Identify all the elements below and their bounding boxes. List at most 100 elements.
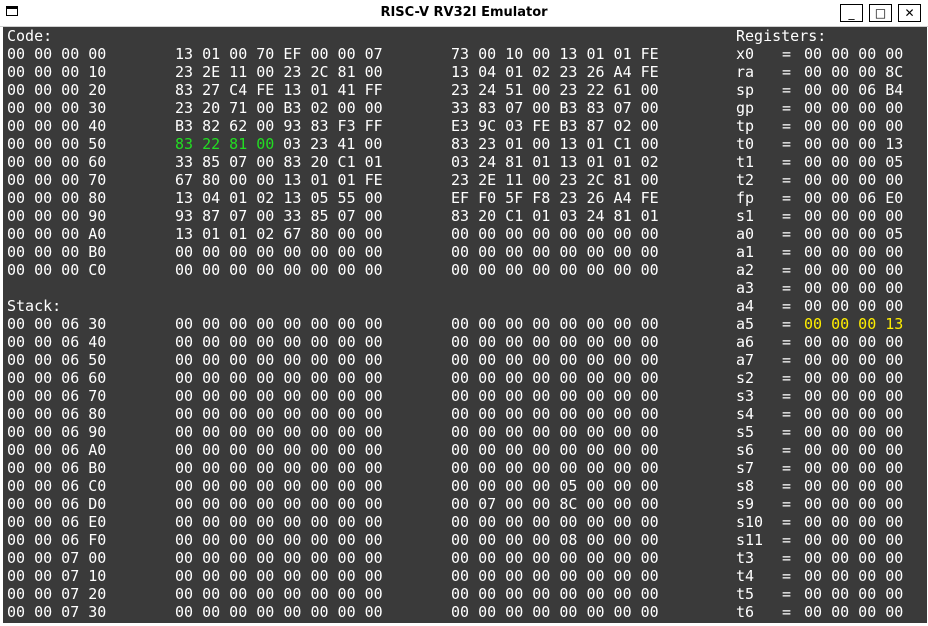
register-name: x0 bbox=[736, 45, 755, 63]
register-name: tp bbox=[736, 117, 755, 135]
stack-bytes: 00 00 00 00 00 00 00 00 bbox=[175, 513, 383, 531]
code-bytes: 67 80 00 00 13 01 01 FE bbox=[175, 171, 383, 189]
stack-bytes: 00 00 00 00 00 00 00 00 bbox=[175, 333, 383, 351]
register-value: 00 00 00 13 bbox=[804, 135, 904, 153]
register-name: a2 bbox=[736, 261, 755, 279]
code-address: 00 00 00 C0 bbox=[7, 261, 107, 279]
register-equals: = bbox=[782, 153, 792, 171]
register-value: 00 00 00 00 bbox=[804, 477, 904, 495]
register-value: 00 00 06 E0 bbox=[804, 189, 904, 207]
stack-address: 00 00 06 70 bbox=[7, 387, 107, 405]
register-equals: = bbox=[782, 387, 792, 405]
register-name: s7 bbox=[736, 459, 755, 477]
register-name: s6 bbox=[736, 441, 755, 459]
register-equals: = bbox=[782, 189, 792, 207]
register-value: 00 00 00 00 bbox=[804, 549, 904, 567]
register-equals: = bbox=[782, 477, 792, 495]
stack-bytes: 00 00 00 00 00 00 00 00 bbox=[175, 423, 383, 441]
register-value: 00 00 00 00 bbox=[804, 513, 904, 531]
register-value: 00 00 00 00 bbox=[804, 495, 904, 513]
stack-address: 00 00 06 60 bbox=[7, 369, 107, 387]
window-title: RISC-V RV32I Emulator bbox=[380, 5, 548, 20]
code-bytes: 83 23 01 00 13 01 C1 00 bbox=[451, 135, 659, 153]
stack-bytes: 00 00 00 00 00 00 00 00 bbox=[451, 315, 659, 333]
code-bytes: 83 20 C1 01 03 24 81 01 bbox=[451, 207, 659, 225]
stack-address: 00 00 06 B0 bbox=[7, 459, 107, 477]
code-bytes: 03 24 81 01 13 01 01 02 bbox=[451, 153, 659, 171]
code-address: 00 00 00 20 bbox=[7, 81, 107, 99]
register-equals: = bbox=[782, 63, 792, 81]
register-equals: = bbox=[782, 567, 792, 585]
register-equals: = bbox=[782, 549, 792, 567]
code-address: 00 00 00 80 bbox=[7, 189, 107, 207]
code-address: 00 00 00 90 bbox=[7, 207, 107, 225]
stack-bytes: 00 00 00 00 00 00 00 00 bbox=[451, 567, 659, 585]
code-bytes: E3 9C 03 FE B3 87 02 00 bbox=[451, 117, 659, 135]
stack-bytes: 00 00 00 00 00 00 00 00 bbox=[175, 387, 383, 405]
close-button[interactable]: ✕ bbox=[898, 4, 921, 22]
register-value: 00 00 00 00 bbox=[804, 423, 904, 441]
stack-bytes: 00 00 00 00 00 00 00 00 bbox=[451, 549, 659, 567]
register-name: s11 bbox=[736, 531, 764, 549]
stack-bytes: 00 00 00 00 00 00 00 00 bbox=[175, 567, 383, 585]
stack-bytes: 00 00 00 00 00 00 00 00 bbox=[451, 513, 659, 531]
code-bytes: 93 87 07 00 33 85 07 00 bbox=[175, 207, 383, 225]
stack-bytes: 00 00 00 00 00 00 00 00 bbox=[175, 405, 383, 423]
register-name: t5 bbox=[736, 585, 755, 603]
register-name: a5 bbox=[736, 315, 755, 333]
stack-address: 00 00 06 A0 bbox=[7, 441, 107, 459]
register-equals: = bbox=[782, 441, 792, 459]
stack-address: 00 00 06 50 bbox=[7, 351, 107, 369]
register-name: s3 bbox=[736, 387, 755, 405]
register-equals: = bbox=[782, 45, 792, 63]
stack-bytes: 00 00 00 00 00 00 00 00 bbox=[451, 585, 659, 603]
code-bytes: 00 00 00 00 00 00 00 00 bbox=[451, 225, 659, 243]
register-equals: = bbox=[782, 81, 792, 99]
emulator-window: RISC-V RV32I Emulator _ □ ✕ Code: Stack:… bbox=[0, 0, 928, 626]
register-equals: = bbox=[782, 225, 792, 243]
register-name: t1 bbox=[736, 153, 755, 171]
register-name: s1 bbox=[736, 207, 755, 225]
stack-bytes: 00 07 00 00 8C 00 00 00 bbox=[451, 495, 659, 513]
register-equals: = bbox=[782, 297, 792, 315]
code-bytes: 13 04 01 02 13 05 55 00 bbox=[175, 189, 383, 207]
maximize-button[interactable]: □ bbox=[869, 4, 892, 22]
register-name: a3 bbox=[736, 279, 755, 297]
register-value: 00 00 00 00 bbox=[804, 243, 904, 261]
register-value: 00 00 00 00 bbox=[804, 333, 904, 351]
code-bytes: 23 20 71 00 B3 02 00 00 bbox=[175, 99, 383, 117]
register-name: ra bbox=[736, 63, 755, 81]
register-equals: = bbox=[782, 405, 792, 423]
stack-address: 00 00 07 20 bbox=[7, 585, 107, 603]
register-value: 00 00 00 00 bbox=[804, 441, 904, 459]
title-bar[interactable]: RISC-V RV32I Emulator _ □ ✕ bbox=[0, 0, 928, 27]
register-value: 00 00 00 00 bbox=[804, 459, 904, 477]
register-value: 00 00 00 00 bbox=[804, 207, 904, 225]
register-equals: = bbox=[782, 243, 792, 261]
code-bytes: 23 2E 11 00 23 2C 81 00 bbox=[175, 63, 383, 81]
register-name: t0 bbox=[736, 135, 755, 153]
register-equals: = bbox=[782, 135, 792, 153]
code-bytes: 73 00 10 00 13 01 01 FE bbox=[451, 45, 659, 63]
register-value: 00 00 00 00 bbox=[804, 171, 904, 189]
stack-bytes: 00 00 00 00 00 00 00 00 bbox=[175, 603, 383, 621]
register-value: 00 00 00 00 bbox=[804, 261, 904, 279]
code-address: 00 00 00 00 bbox=[7, 45, 107, 63]
code-bytes: 00 00 00 00 00 00 00 00 bbox=[451, 261, 659, 279]
minimize-button[interactable]: _ bbox=[840, 4, 863, 22]
register-name: fp bbox=[736, 189, 755, 207]
stack-address: 00 00 06 D0 bbox=[7, 495, 107, 513]
code-bytes: 33 83 07 00 B3 83 07 00 bbox=[451, 99, 659, 117]
register-equals: = bbox=[782, 315, 792, 333]
register-name: a4 bbox=[736, 297, 755, 315]
register-equals: = bbox=[782, 99, 792, 117]
register-value: 00 00 00 00 bbox=[804, 567, 904, 585]
code-bytes: 03 23 41 00 bbox=[274, 135, 383, 153]
register-equals: = bbox=[782, 117, 792, 135]
code-address: 00 00 00 70 bbox=[7, 171, 107, 189]
stack-bytes: 00 00 00 00 00 00 00 00 bbox=[451, 405, 659, 423]
register-name: a7 bbox=[736, 351, 755, 369]
stack-bytes: 00 00 00 00 00 00 00 00 bbox=[451, 387, 659, 405]
register-equals: = bbox=[782, 459, 792, 477]
stack-address: 00 00 06 C0 bbox=[7, 477, 107, 495]
